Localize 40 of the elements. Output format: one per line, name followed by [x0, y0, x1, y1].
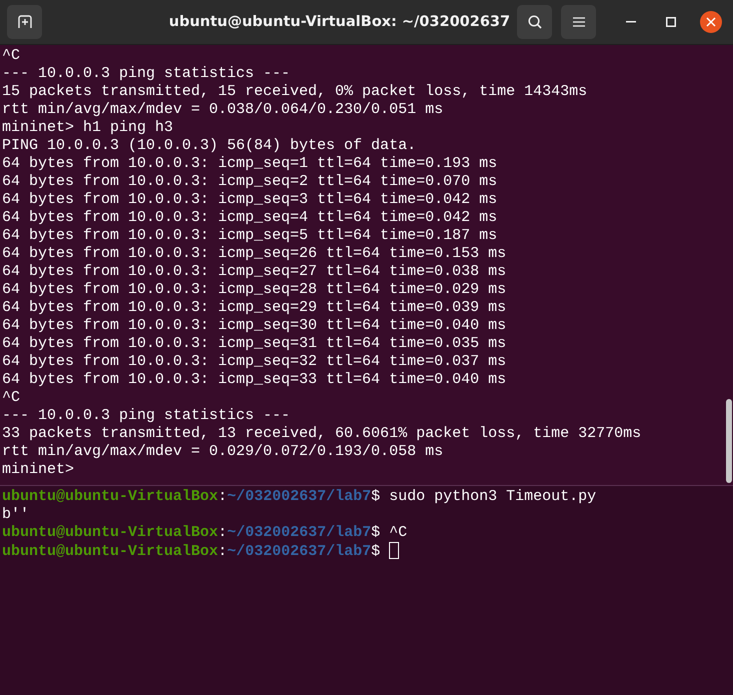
terminal-line: 64 bytes from 10.0.0.3: icmp_seq=1 ttl=64 time=0.193 ms	[2, 155, 498, 173]
terminal-line: mininet> h1 ping h3	[2, 119, 174, 137]
terminal-line: 15 packets transmitted, 15 received, 0% packet loss, time 14343ms	[2, 83, 588, 101]
window-title: ubuntu@ubuntu-VirtualBox: ~/032002637	[168, 14, 512, 30]
terminal-line: 64 bytes from 10.0.0.3: icmp_seq=29 ttl=64 time=0.039 ms	[2, 299, 508, 317]
terminal-line: 64 bytes from 10.0.0.3: icmp_seq=3 ttl=64 time=0.042 ms	[2, 191, 498, 209]
terminal-line: 64 bytes from 10.0.0.3: icmp_seq=33 ttl=64 time=0.040 ms	[2, 371, 508, 389]
minimize-icon	[626, 21, 636, 23]
terminal-line: --- 10.0.0.3 ping statistics ---	[2, 407, 292, 425]
close-icon	[706, 17, 716, 27]
prompt-line: ubuntu@ubuntu-VirtualBox:~/032002637/lab7$ ^C	[2, 524, 408, 542]
terminal-line: 64 bytes from 10.0.0.3: icmp_seq=32 ttl=64 time=0.037 ms	[2, 353, 508, 371]
terminal-line: 64 bytes from 10.0.0.3: icmp_seq=4 ttl=64 time=0.042 ms	[2, 209, 498, 227]
terminal-line: 64 bytes from 10.0.0.3: icmp_seq=26 ttl=64 time=0.153 ms	[2, 245, 508, 263]
scrollbar-thumb[interactable]	[726, 399, 732, 483]
maximize-icon	[666, 17, 676, 27]
terminal-line: --- 10.0.0.3 ping statistics ---	[2, 65, 292, 83]
terminal-line: rtt min/avg/max/mdev = 0.038/0.064/0.230/0.051 ms	[2, 101, 444, 119]
terminal-line: 64 bytes from 10.0.0.3: icmp_seq=31 ttl=64 time=0.035 ms	[2, 335, 508, 353]
terminal-line: 64 bytes from 10.0.0.3: icmp_seq=28 ttl=64 time=0.029 ms	[2, 281, 508, 299]
terminal-line: 64 bytes from 10.0.0.3: icmp_seq=27 ttl=64 time=0.038 ms	[2, 263, 508, 281]
search-icon	[528, 15, 542, 29]
terminal-line: 64 bytes from 10.0.0.3: icmp_seq=2 ttl=64 time=0.070 ms	[2, 173, 498, 191]
terminal-line: 64 bytes from 10.0.0.3: icmp_seq=30 ttl=64 time=0.040 ms	[2, 317, 508, 335]
terminal-line: 33 packets transmitted, 13 received, 60.6061% packet loss, time 32770ms	[2, 425, 642, 443]
terminal-line: rtt min/avg/max/mdev = 0.029/0.072/0.193/0.058 ms	[2, 443, 444, 461]
search-button[interactable]	[517, 5, 552, 39]
prompt-line: ubuntu@ubuntu-VirtualBox:~/032002637/lab7$ sudo python3 Timeout.py	[2, 488, 598, 506]
close-button[interactable]	[700, 11, 722, 33]
terminal-line: b''	[2, 506, 30, 524]
menu-icon	[572, 17, 584, 27]
terminal-line: ^C	[2, 389, 22, 407]
prompt-line: ubuntu@ubuntu-VirtualBox:~/032002637/lab7$	[2, 542, 733, 560]
terminal-line: mininet>	[2, 461, 76, 479]
terminal-line: PING 10.0.0.3 (10.0.0.3) 56(84) bytes of data.	[2, 137, 418, 155]
terminal-line: 64 bytes from 10.0.0.3: icmp_seq=5 ttl=64 time=0.187 ms	[2, 227, 498, 245]
new-tab-button[interactable]	[7, 5, 42, 39]
new-tab-icon	[18, 15, 32, 29]
terminal-line: ^C	[2, 47, 22, 65]
menu-button[interactable]	[561, 5, 596, 39]
